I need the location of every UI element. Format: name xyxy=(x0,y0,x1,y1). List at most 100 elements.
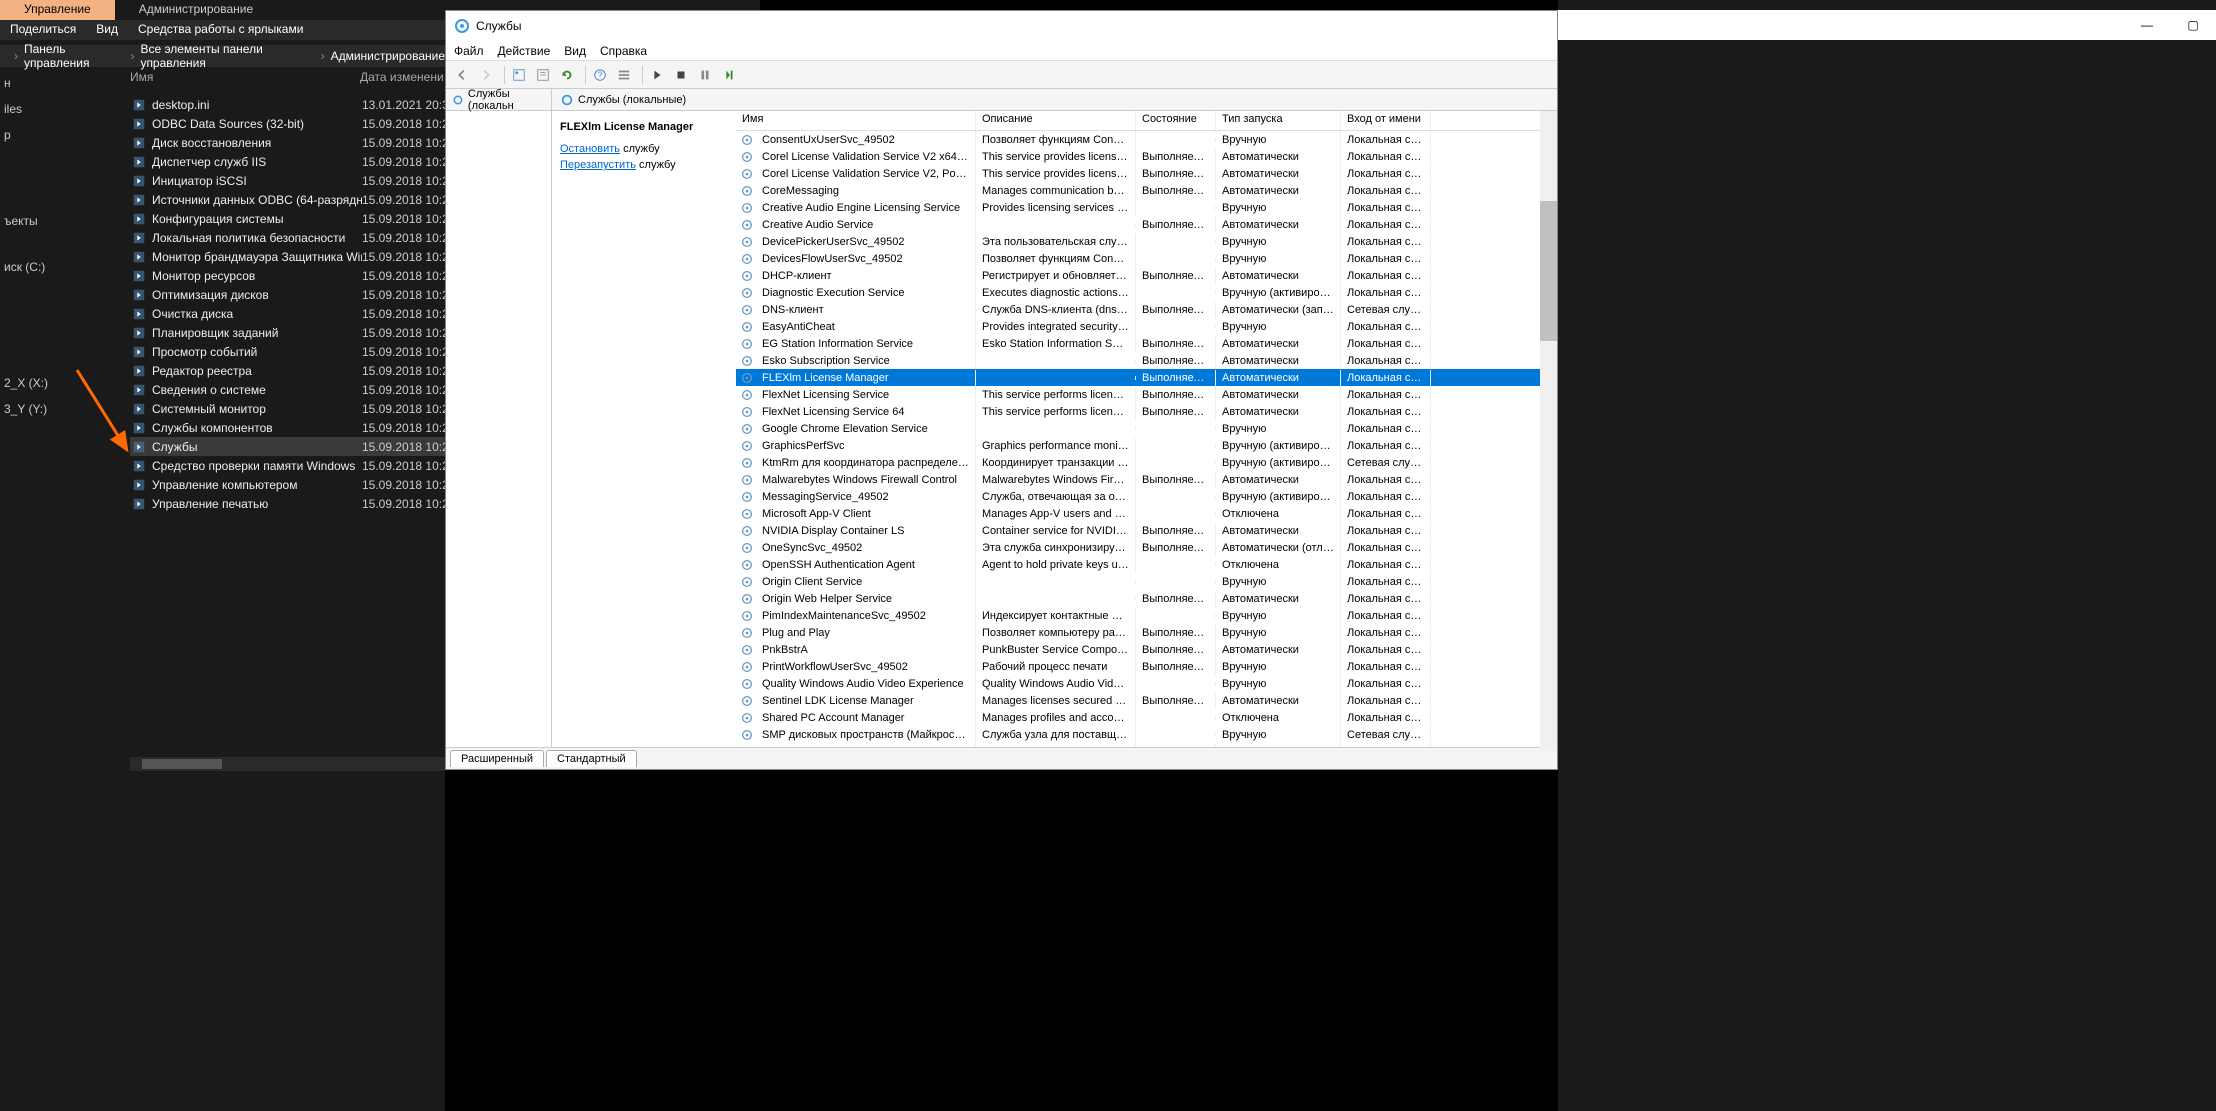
menu-shortcut-tools[interactable]: Средства работы с ярлыками xyxy=(128,20,313,40)
file-row[interactable]: Диск восстановления15.09.2018 10:29 xyxy=(130,133,445,152)
tree-item[interactable]: ъекты xyxy=(0,208,118,234)
service-row[interactable]: OneSyncSvc_49502Эта служба синхронизируе… xyxy=(736,539,1557,556)
service-row[interactable]: MessagingService_49502Служба, отвечающая… xyxy=(736,488,1557,505)
pause-button[interactable] xyxy=(695,65,715,85)
scrollbar-thumb[interactable] xyxy=(1540,201,1557,341)
menu-file[interactable]: Файл xyxy=(454,44,484,58)
breadcrumb[interactable]: › Панель управления › Все элементы панел… xyxy=(0,45,445,67)
file-row[interactable]: Локальная политика безопасности15.09.201… xyxy=(130,228,445,247)
breadcrumb-item[interactable]: Администрирование xyxy=(331,49,445,63)
col-start[interactable]: Тип запуска xyxy=(1216,111,1341,130)
stop-link[interactable]: Остановить xyxy=(560,143,620,155)
export-button[interactable] xyxy=(533,65,553,85)
col-logon[interactable]: Вход от имени xyxy=(1341,111,1431,130)
service-row[interactable]: Plug and PlayПозволяет компьютеру распо.… xyxy=(736,624,1557,641)
file-row[interactable]: Редактор реестра15.09.2018 10:29 xyxy=(130,361,445,380)
service-row[interactable]: Origin Web Helper ServiceВыполняетсяАвто… xyxy=(736,590,1557,607)
service-row[interactable]: FlexNet Licensing Service 64This service… xyxy=(736,403,1557,420)
col-desc[interactable]: Описание xyxy=(976,111,1136,130)
service-row[interactable]: Shared PC Account ManagerManages profile… xyxy=(736,709,1557,726)
restart-button[interactable] xyxy=(719,65,739,85)
menu-share[interactable]: Поделиться xyxy=(0,20,86,40)
menu-action[interactable]: Действие xyxy=(498,44,551,58)
service-row[interactable]: PimIndexMaintenanceSvc_49502Индексирует … xyxy=(736,607,1557,624)
file-row[interactable]: Инициатор iSCSI15.09.2018 10:29 xyxy=(130,171,445,190)
scrollbar-thumb[interactable] xyxy=(142,759,222,769)
service-row[interactable]: SQL Server VSS WriterProvides the interf… xyxy=(736,743,1557,747)
tab-admin[interactable]: Администрирование xyxy=(115,0,277,20)
service-row[interactable]: DevicePickerUserSvc_49502Эта пользовател… xyxy=(736,233,1557,250)
tree-item[interactable]: p xyxy=(0,122,118,148)
file-row[interactable]: Просмотр событий15.09.2018 10:29 xyxy=(130,342,445,361)
file-row[interactable]: Средство проверки памяти Windows15.09.20… xyxy=(130,456,445,475)
service-row[interactable]: DNS-клиентСлужба DNS-клиента (dnscach...… xyxy=(736,301,1557,318)
play-button[interactable] xyxy=(647,65,667,85)
service-row[interactable]: DHCP-клиентРегистрирует и обновляет IP-а… xyxy=(736,267,1557,284)
service-row[interactable]: Malwarebytes Windows Firewall ControlMal… xyxy=(736,471,1557,488)
service-row[interactable]: Origin Client ServiceВручнуюЛокальная си… xyxy=(736,573,1557,590)
back-button[interactable] xyxy=(452,65,472,85)
service-row[interactable]: ConsentUxUserSvc_49502Позволяет функциям… xyxy=(736,131,1557,148)
file-row[interactable]: desktop.ini13.01.2021 20:35 xyxy=(130,95,445,114)
tree-item[interactable]: н xyxy=(0,70,118,96)
explorer-tree[interactable]: н iles p ъекты иск (C:) 2_X (X:) 3_Y (Y:… xyxy=(0,70,118,770)
list-button[interactable] xyxy=(614,65,634,85)
file-row[interactable]: Диспетчер служб IIS15.09.2018 10:29 xyxy=(130,152,445,171)
horizontal-scrollbar[interactable] xyxy=(130,757,445,771)
menu-view[interactable]: Вид xyxy=(86,20,128,40)
service-row[interactable]: Creative Audio ServiceВыполняетсяАвтомат… xyxy=(736,216,1557,233)
file-row[interactable]: Монитор ресурсов15.09.2018 10:29 xyxy=(130,266,445,285)
file-row[interactable]: Системный монитор15.09.2018 10:29 xyxy=(130,399,445,418)
service-row[interactable]: Corel License Validation Service V2, Pow… xyxy=(736,165,1557,182)
service-row[interactable]: Esko Subscription ServiceВыполняетсяАвто… xyxy=(736,352,1557,369)
service-row[interactable]: CoreMessagingManages communication betw.… xyxy=(736,182,1557,199)
service-row[interactable]: Diagnostic Execution ServiceExecutes dia… xyxy=(736,284,1557,301)
refresh-button[interactable] xyxy=(557,65,577,85)
col-name[interactable]: Имя xyxy=(736,111,976,130)
maximize-button[interactable]: ▢ xyxy=(2170,10,2216,40)
tree-item[interactable]: иск (C:) xyxy=(0,254,118,280)
service-row[interactable]: PnkBstrAPunkBuster Service Component...В… xyxy=(736,641,1557,658)
service-row[interactable]: Google Chrome Elevation ServiceВручнуюЛо… xyxy=(736,420,1557,437)
service-row[interactable]: EasyAntiCheatProvides integrated securit… xyxy=(736,318,1557,335)
properties-button[interactable] xyxy=(509,65,529,85)
file-row[interactable]: Управление компьютером15.09.2018 10:29 xyxy=(130,475,445,494)
minimize-button[interactable]: — xyxy=(2124,10,2170,40)
file-row[interactable]: Службы15.09.2018 10:29 xyxy=(130,437,445,456)
file-list[interactable]: desktop.ini13.01.2021 20:35ODBC Data Sou… xyxy=(130,95,445,513)
stop-button[interactable] xyxy=(671,65,691,85)
file-row[interactable]: ODBC Data Sources (32-bit)15.09.2018 10:… xyxy=(130,114,445,133)
service-row[interactable]: OpenSSH Authentication AgentAgent to hol… xyxy=(736,556,1557,573)
tab-extended[interactable]: Расширенный xyxy=(450,750,544,767)
tree-item[interactable]: 3_Y (Y:) xyxy=(0,396,118,422)
file-row[interactable]: Управление печатью15.09.2018 10:29 xyxy=(130,494,445,513)
column-date[interactable]: Дата изменени xyxy=(360,70,445,90)
service-row[interactable]: DevicesFlowUserSvc_49502Позволяет функци… xyxy=(736,250,1557,267)
service-row[interactable]: FLEXlm License ManagerВыполняетсяАвтомат… xyxy=(736,369,1557,386)
breadcrumb-item[interactable]: Все элементы панели управления xyxy=(140,42,314,70)
service-row[interactable]: FlexNet Licensing ServiceThis service pe… xyxy=(736,386,1557,403)
menu-view[interactable]: Вид xyxy=(564,44,586,58)
file-row[interactable]: Источники данных ODBC (64-разрядна...15.… xyxy=(130,190,445,209)
tree-item[interactable]: iles xyxy=(0,96,118,122)
file-row[interactable]: Сведения о системе15.09.2018 10:29 xyxy=(130,380,445,399)
titlebar[interactable]: Службы xyxy=(446,11,1557,41)
service-row[interactable]: GraphicsPerfSvcGraphics performance moni… xyxy=(736,437,1557,454)
service-row[interactable]: NVIDIA Display Container LSContainer ser… xyxy=(736,522,1557,539)
column-name[interactable]: Имя xyxy=(130,70,360,90)
file-row[interactable]: Службы компонентов15.09.2018 10:29 xyxy=(130,418,445,437)
service-row[interactable]: EG Station Information ServiceEsko Stati… xyxy=(736,335,1557,352)
service-row[interactable]: KtmRm для координатора распределенных ..… xyxy=(736,454,1557,471)
service-row[interactable]: Microsoft App-V ClientManages App-V user… xyxy=(736,505,1557,522)
grid-body[interactable]: ConsentUxUserSvc_49502Позволяет функциям… xyxy=(736,131,1557,747)
file-row[interactable]: Планировщик заданий15.09.2018 10:28 xyxy=(130,323,445,342)
service-row[interactable]: PrintWorkflowUserSvc_49502Рабочий процес… xyxy=(736,658,1557,675)
service-row[interactable]: Sentinel LDK License ManagerManages lice… xyxy=(736,692,1557,709)
breadcrumb-item[interactable]: Панель управления xyxy=(24,42,124,70)
file-row[interactable]: Очистка диска15.09.2018 10:29 xyxy=(130,304,445,323)
file-row[interactable]: Монитор брандмауэра Защитника Win...15.0… xyxy=(130,247,445,266)
tree-item[interactable]: 2_X (X:) xyxy=(0,370,118,396)
file-row[interactable]: Оптимизация дисков15.09.2018 10:29 xyxy=(130,285,445,304)
file-row[interactable]: Конфигурация системы15.09.2018 10:29 xyxy=(130,209,445,228)
vertical-scrollbar[interactable] xyxy=(1540,111,1557,751)
